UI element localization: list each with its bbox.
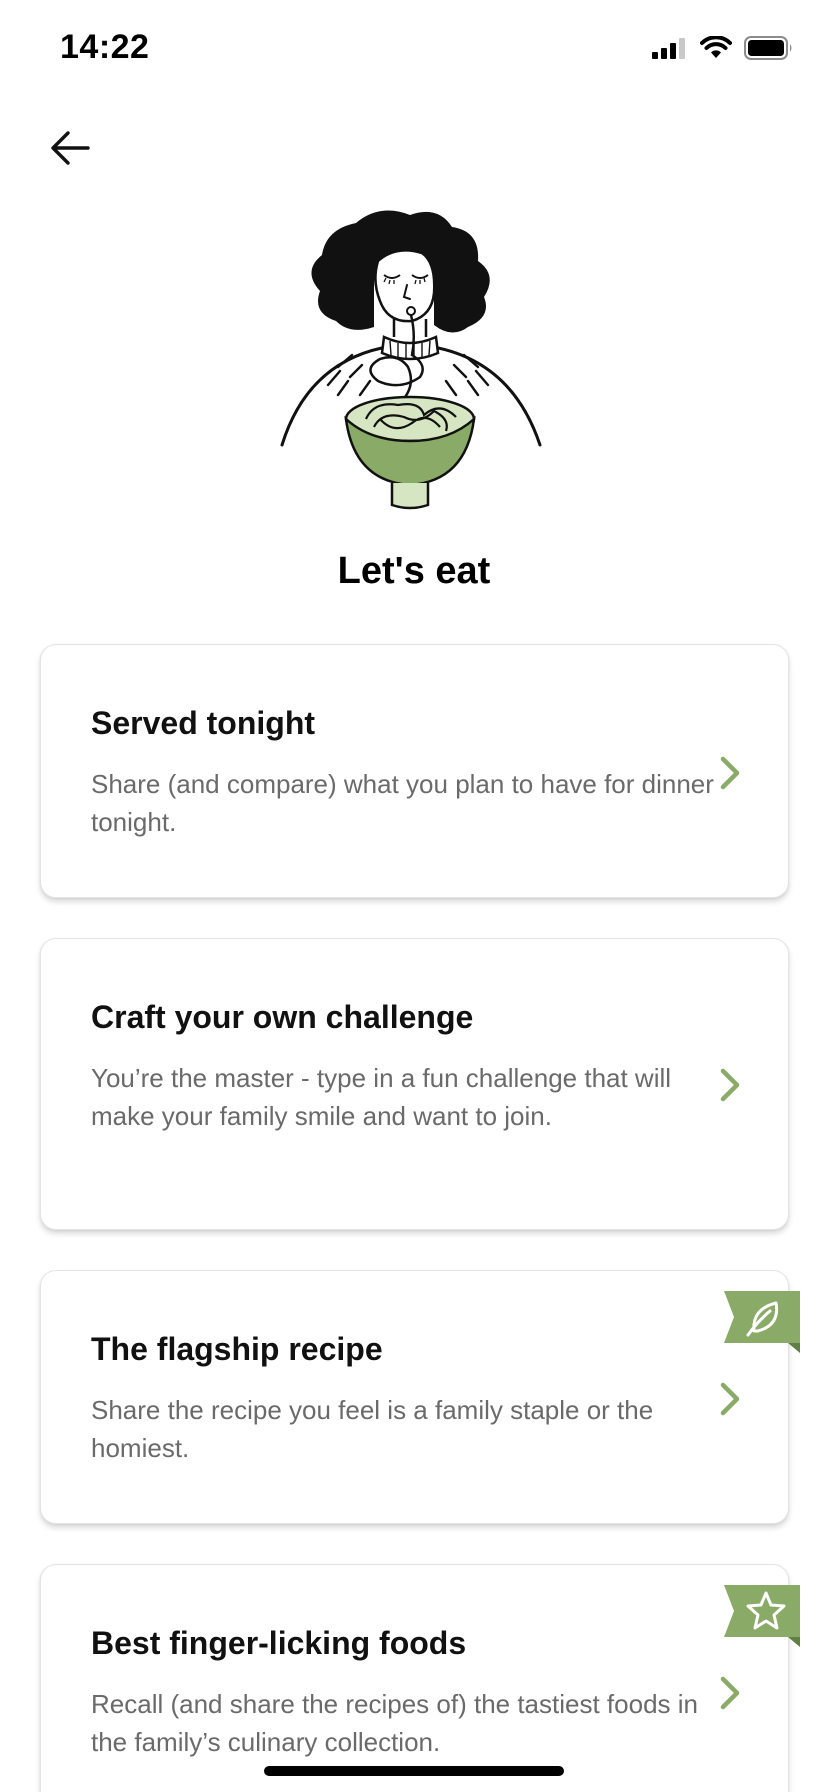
arrow-left-icon bbox=[51, 131, 90, 165]
card-title: Craft your own challenge bbox=[91, 999, 474, 1035]
card-description: Recall (and share the recipes of) the ta… bbox=[91, 1689, 698, 1757]
page-title: Let's eat bbox=[337, 550, 491, 592]
chevron-right-icon bbox=[720, 1382, 740, 1416]
chevron-right-icon bbox=[720, 1676, 740, 1710]
home-indicator bbox=[264, 1766, 564, 1776]
challenge-card-craft-your-own[interactable]: Craft your own challenge You’re the mast… bbox=[40, 938, 789, 1230]
screen: 14:22 Let's eat Served tonight Share (an… bbox=[0, 0, 828, 1792]
status-icons bbox=[652, 36, 794, 60]
card-title: Best finger-licking foods bbox=[91, 1625, 467, 1661]
card-description: You’re the master - type in a fun challe… bbox=[91, 1063, 672, 1131]
battery-icon bbox=[744, 36, 792, 60]
challenge-card-best-finger-licking[interactable]: Best finger-licking foods Recall (and sh… bbox=[40, 1564, 800, 1792]
status-time: 14:22 bbox=[60, 28, 150, 66]
card-description: Share (and compare) what you plan to hav… bbox=[91, 769, 714, 837]
chevron-right-icon bbox=[720, 1068, 740, 1102]
chevron-right-icon bbox=[720, 756, 740, 790]
challenge-card-flagship-recipe[interactable]: The flagship recipe Share the recipe you… bbox=[40, 1270, 800, 1524]
status-bar: 14:22 bbox=[0, 0, 828, 100]
woman-eating-noodles-illustration bbox=[280, 210, 542, 510]
card-title: Served tonight bbox=[91, 705, 316, 741]
leaf-badge bbox=[724, 1291, 800, 1353]
cellular-signal-icon bbox=[652, 38, 685, 59]
challenge-card-served-tonight[interactable]: Served tonight Share (and compare) what … bbox=[40, 644, 789, 898]
back-button[interactable] bbox=[38, 116, 102, 180]
wifi-icon bbox=[700, 36, 732, 58]
star-badge bbox=[724, 1585, 800, 1647]
card-description: Share the recipe you feel is a family st… bbox=[91, 1395, 654, 1463]
card-title: The flagship recipe bbox=[91, 1331, 383, 1367]
